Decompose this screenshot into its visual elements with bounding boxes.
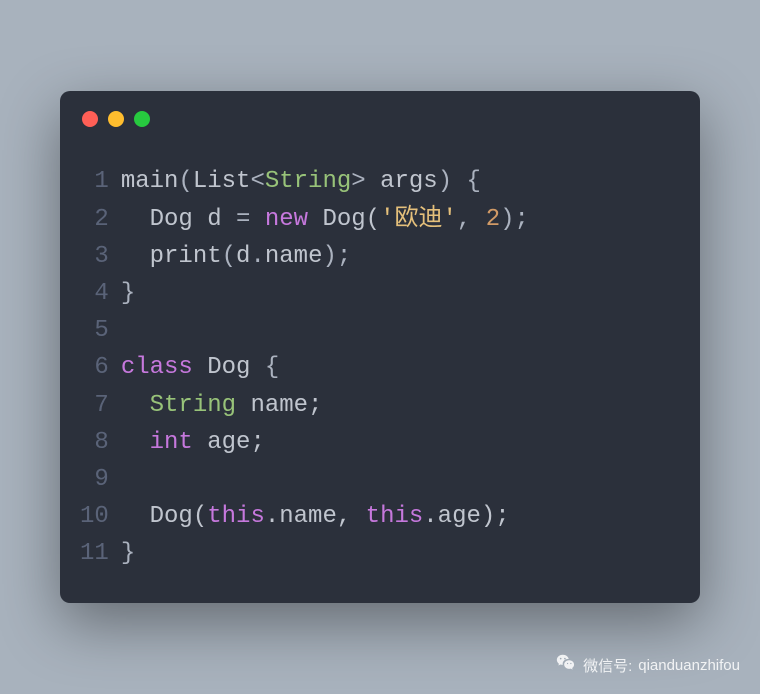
code-token: main	[121, 168, 179, 195]
code-token: }	[121, 540, 135, 567]
code-token: 2	[486, 206, 500, 233]
code-token: ) {	[438, 168, 481, 195]
watermark-label: 微信号:	[583, 655, 632, 676]
code-token: (	[222, 243, 236, 270]
code-token: this	[207, 503, 265, 530]
code-content: main(List<String> args) { Dog d = new Do…	[121, 163, 529, 572]
code-token: new	[265, 206, 308, 233]
code-window: 1 2 3 4 5 6 7 8 9 10 11 main(List<String…	[60, 91, 700, 602]
maximize-icon[interactable]	[134, 111, 150, 127]
code-area: 1 2 3 4 5 6 7 8 9 10 11 main(List<String…	[60, 139, 700, 602]
code-token: .age);	[423, 503, 509, 530]
wechat-icon	[555, 652, 577, 678]
code-token: String	[150, 392, 236, 419]
code-token: Dog(	[121, 503, 207, 530]
code-token: );	[500, 206, 529, 233]
code-token: .name,	[265, 503, 366, 530]
code-token: class	[121, 354, 193, 381]
line-number-gutter: 1 2 3 4 5 6 7 8 9 10 11	[80, 163, 121, 572]
code-token: );	[322, 243, 351, 270]
code-token: int	[150, 429, 193, 456]
code-token: (	[178, 168, 192, 195]
code-token: String	[265, 168, 351, 195]
code-token: this	[366, 503, 424, 530]
code-token: <	[250, 168, 264, 195]
code-token: =	[236, 206, 250, 233]
code-token: name;	[236, 392, 322, 419]
window-titlebar	[60, 91, 700, 139]
code-token: List	[193, 168, 251, 195]
code-token: Dog	[193, 354, 265, 381]
code-token: age;	[193, 429, 265, 456]
code-token: Dog(	[308, 206, 380, 233]
code-token: .	[250, 243, 264, 270]
code-token: '欧迪'	[380, 206, 457, 233]
code-token	[121, 392, 150, 419]
code-token: d	[236, 243, 250, 270]
code-token: args	[366, 168, 438, 195]
code-token: name	[265, 243, 323, 270]
minimize-icon[interactable]	[108, 111, 124, 127]
watermark-value: qianduanzhifou	[638, 657, 740, 674]
code-token: >	[351, 168, 365, 195]
code-token: print	[121, 243, 222, 270]
code-token: {	[265, 354, 279, 381]
close-icon[interactable]	[82, 111, 98, 127]
code-token	[250, 206, 264, 233]
code-token: Dog d	[121, 206, 236, 233]
watermark: 微信号: qianduanzhifou	[555, 652, 740, 678]
code-token: ,	[457, 206, 486, 233]
code-token: }	[121, 280, 135, 307]
code-token	[121, 429, 150, 456]
